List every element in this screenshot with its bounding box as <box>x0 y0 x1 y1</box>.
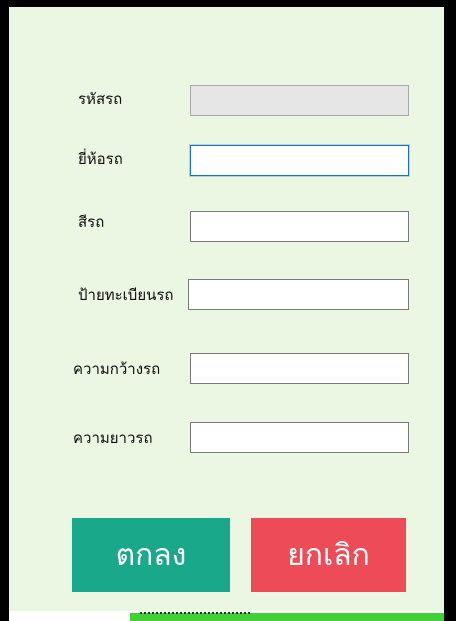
car-width-field[interactable] <box>190 353 409 384</box>
car-length-field[interactable] <box>190 422 409 453</box>
window-border-left <box>0 0 9 621</box>
car-color-field[interactable] <box>190 211 409 242</box>
ok-button[interactable]: ตกลง <box>72 518 230 592</box>
cancel-button[interactable]: ยกเลิก <box>251 518 406 592</box>
window-border-top <box>0 0 456 7</box>
car-id-label: รหัสรถ <box>78 90 123 108</box>
window-border-right <box>444 0 456 621</box>
car-id-field[interactable] <box>190 85 409 116</box>
background-window-text-fragment <box>140 612 250 617</box>
car-brand-field[interactable] <box>190 145 409 176</box>
window-frame: รหัสรถ ยี่ห้อรถ สีรถ ป้ายทะเบียนรถ ความก… <box>0 0 456 621</box>
car-width-label: ความกว้างรถ <box>73 360 161 378</box>
car-brand-label: ยี่ห้อรถ <box>78 150 123 168</box>
license-plate-field[interactable] <box>188 279 409 310</box>
car-length-label: ความยาวรถ <box>73 429 153 447</box>
car-color-label: สีรถ <box>78 213 105 231</box>
license-plate-label: ป้ายทะเบียนรถ <box>78 286 174 304</box>
